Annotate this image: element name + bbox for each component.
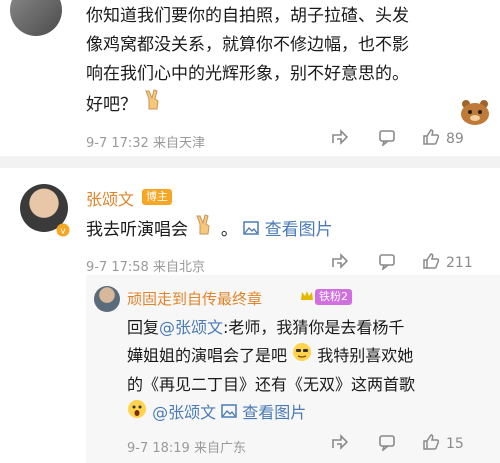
avatar[interactable] (10, 0, 62, 36)
comment-line: 好吧？ (86, 95, 137, 115)
thumbs-up-icon (422, 128, 440, 150)
comment-punct: 。 (220, 220, 238, 240)
thumbs-up-icon (422, 433, 440, 455)
author-badge: 博主 (142, 189, 172, 205)
comment-icon[interactable] (378, 252, 396, 274)
like-button[interactable]: 89 (422, 128, 464, 150)
like-count: 15 (446, 436, 464, 452)
image-icon (221, 403, 242, 422)
reply-line: 我特别喜欢她 (317, 346, 414, 365)
comment-actions: 211 (330, 252, 473, 274)
reply-comment: 顽固走到自传最终章 铁粉2 回复@张颂文:老师，我猜你是去看杨千 嬅姐姐的演唱会… (0, 280, 500, 463)
comment-line: 响在我们心中的光辉形象，别不好意思的。 (86, 64, 409, 84)
mention-link[interactable]: @张颂文 (159, 318, 223, 337)
comment-icon[interactable] (378, 128, 396, 150)
svg-text:v: v (60, 227, 66, 237)
view-image-link[interactable]: 查看图片 (221, 403, 306, 422)
thumbs-up-icon (422, 252, 440, 274)
avatar[interactable] (94, 286, 120, 312)
comment-meta: 9-7 17:58 来自北京 (86, 260, 205, 275)
share-icon[interactable] (330, 433, 349, 455)
comment-body: 我去听演唱会 (86, 220, 188, 240)
share-icon[interactable] (330, 128, 349, 150)
reply-text: 回复@张颂文:老师，我猜你是去看杨千 嬅姐姐的演唱会了是吧 我特别喜欢她 的《再… (127, 314, 415, 428)
image-icon (243, 220, 264, 240)
like-count: 89 (446, 131, 464, 147)
reply-meta: 9-7 18:19 来自广东 (127, 441, 246, 456)
share-icon[interactable] (330, 252, 349, 274)
username[interactable]: 顽固走到自传最终章 (127, 288, 262, 309)
username[interactable]: 张颂文 (86, 186, 134, 210)
comment-line: 像鸡窝都没关系，就算你不修边幅，也不影 (86, 35, 409, 55)
reply-actions: 15 (330, 433, 464, 455)
comment-line: 你知道我们要你的自拍照，胡子拉碴、头发 (86, 6, 409, 26)
comment-text: 我去听演唱会 。 查看图片 (86, 214, 333, 246)
fan-badge: 铁粉2 (315, 289, 352, 305)
reply-line: 嬅姐姐的演唱会了是吧 (127, 346, 288, 365)
view-image-label: 查看图片 (264, 220, 333, 240)
like-count: 211 (446, 255, 473, 271)
verified-icon: v (56, 222, 70, 241)
comment-text: 你知道我们要你的自拍照，胡子拉碴、头发 像鸡窝都没关系，就算你不修边幅，也不影 … (86, 2, 491, 121)
comment-icon[interactable] (378, 433, 396, 455)
divider (0, 156, 500, 168)
comment-actions: 89 (330, 128, 464, 150)
reply-line: 的《再见二丁目》还有《无双》这两首歌 (127, 375, 416, 394)
crown-icon (300, 288, 314, 307)
view-image-link[interactable]: 查看图片 (243, 220, 333, 240)
comment-2: v 张颂文 博主 我去听演唱会 。 查看图片 9-7 17:58 来自北京 21… (0, 168, 500, 280)
comment-meta: 9-7 17:32 来自天津 (86, 136, 205, 151)
victory-hand-icon (142, 89, 164, 121)
reply-line: :老师，我猜你是去看杨千 (223, 318, 405, 337)
like-button[interactable]: 15 (422, 433, 464, 455)
victory-hand-icon (193, 214, 215, 246)
comment-1: 你知道我们要你的自拍照，胡子拉碴、头发 像鸡窝都没关系，就算你不修边幅，也不影 … (0, 0, 500, 151)
bear-sticker-icon (458, 98, 492, 130)
like-button[interactable]: 211 (422, 252, 473, 274)
view-image-label: 查看图片 (242, 403, 307, 422)
scream-face-icon (127, 399, 147, 428)
sunglasses-face-icon (292, 342, 312, 371)
reply-prefix: 回复 (127, 318, 160, 337)
mention-link[interactable]: @张颂文 (152, 403, 216, 422)
